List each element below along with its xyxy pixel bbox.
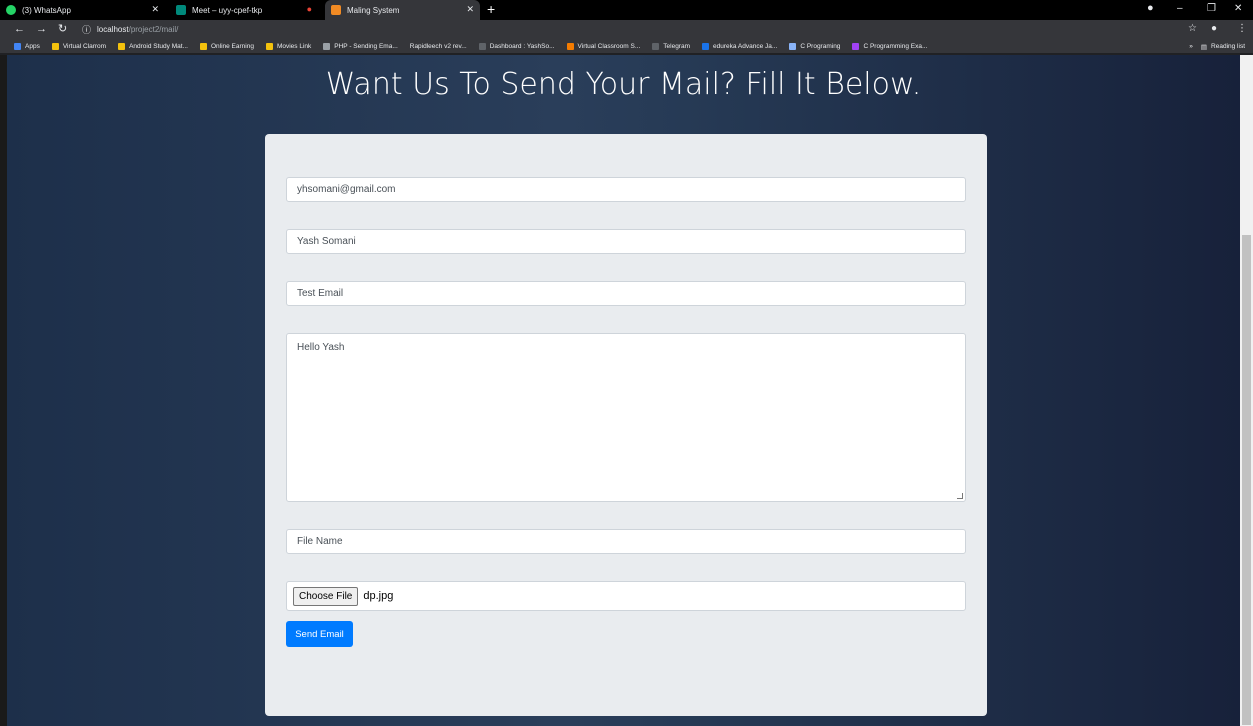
scrollbar-thumb[interactable] xyxy=(1242,235,1251,725)
whatsapp-icon xyxy=(6,5,16,15)
bookmark-label: Movies Link xyxy=(276,42,312,50)
bookmark-item[interactable]: Android Study Mat... xyxy=(118,42,188,50)
subject-field[interactable]: Test Email xyxy=(286,281,966,306)
bookmark-label: Dashboard : YashSo... xyxy=(489,42,555,50)
mail-form: yhsomani@gmail.com Yash Somani Test Emai… xyxy=(265,134,987,716)
bookmark-label: Android Study Mat... xyxy=(129,42,188,50)
star-icon[interactable]: ☆ xyxy=(1188,23,1197,35)
file-input[interactable]: Choose File dp.jpg xyxy=(286,581,966,611)
message-textarea[interactable]: Hello Yash xyxy=(286,333,966,502)
bookmark-label: PHP - Sending Ema... xyxy=(334,42,398,50)
avatar[interactable]: ● xyxy=(1211,23,1217,35)
bookmark-label: Online Earning xyxy=(210,42,254,50)
info-icon: ⓘ xyxy=(82,25,92,35)
folder-icon xyxy=(265,42,273,50)
bookmark-label: C Programing xyxy=(800,42,841,50)
url-host: localhost xyxy=(97,25,129,34)
bookmark-label: Telegram xyxy=(663,42,690,50)
telegram-icon xyxy=(652,42,660,50)
bookmark-label: Virtual Clarrom xyxy=(62,42,107,50)
back-icon[interactable]: ← xyxy=(14,23,25,35)
bookmark-item[interactable]: Dashboard : YashSo... xyxy=(478,42,555,50)
page-title: Want Us To Send Your Mail? Fill It Below… xyxy=(325,67,922,102)
email-field[interactable]: yhsomani@gmail.com xyxy=(286,177,966,202)
bookmark-item[interactable]: Telegram xyxy=(652,42,690,50)
url-path: /project2/mail/ xyxy=(128,25,179,34)
folder-icon xyxy=(51,42,59,50)
tab-mailing-system[interactable]: Maling System ✕ xyxy=(325,0,480,20)
bookmark-label: edureka Advance Ja... xyxy=(713,42,778,50)
menu-icon[interactable]: ⋮ xyxy=(1237,23,1247,35)
minimize-icon[interactable]: – xyxy=(1177,3,1183,14)
bookmark-item[interactable]: Rapidleech v2 rev... xyxy=(410,43,467,50)
bookmark-item[interactable]: Online Earning xyxy=(199,42,254,50)
reading-list-icon: ▤ xyxy=(1200,43,1208,51)
tab-label: Maling System xyxy=(347,5,400,15)
bookmarks-right: » ▤ Reading list xyxy=(1189,39,1245,54)
bookmark-item[interactable]: C Programming Exa... xyxy=(852,42,928,50)
profile-icon[interactable]: ● xyxy=(1147,2,1154,14)
close-icon[interactable]: ✕ xyxy=(466,4,474,15)
forward-icon[interactable]: → xyxy=(36,23,47,35)
page-viewport: Want Us To Send Your Mail? Fill It Below… xyxy=(7,55,1240,726)
bookmark-label: Apps xyxy=(25,42,40,50)
resize-handle-icon[interactable] xyxy=(957,493,963,499)
send-email-button[interactable]: Send Email xyxy=(286,621,353,647)
tab-label: (3) WhatsApp xyxy=(22,5,71,15)
close-window-icon[interactable]: ✕ xyxy=(1234,3,1242,14)
bookmark-item[interactable]: Virtual Classroom S... xyxy=(566,42,641,50)
bookmark-apps[interactable]: Apps xyxy=(14,42,40,50)
chosen-file-name: dp.jpg xyxy=(363,590,394,602)
folder-icon xyxy=(118,42,126,50)
filename-field[interactable]: File Name xyxy=(286,529,966,554)
apps-grid-icon xyxy=(14,42,21,50)
left-edge xyxy=(0,55,7,726)
reload-icon[interactable]: ↻ xyxy=(58,23,67,35)
bookmark-label: Virtual Classroom S... xyxy=(577,42,641,50)
bookmarks-bar: Apps Virtual Clarrom Android Study Mat..… xyxy=(0,39,1253,54)
site-icon xyxy=(789,42,797,50)
site-icon xyxy=(702,42,709,50)
bookmarks-overflow-icon[interactable]: » xyxy=(1189,43,1193,50)
meet-icon xyxy=(176,5,186,15)
reading-list-button[interactable]: Reading list xyxy=(1211,43,1245,50)
bookmark-item[interactable]: PHP - Sending Ema... xyxy=(323,42,398,50)
address-bar[interactable]: ⓘ localhost /project2/mail/ xyxy=(82,22,1172,37)
choose-file-button[interactable]: Choose File xyxy=(293,586,359,606)
bookmark-item[interactable]: Virtual Clarrom xyxy=(51,42,107,50)
site-icon xyxy=(852,42,860,50)
message-text: Hello Yash xyxy=(297,342,345,353)
bookmark-label: Rapidleech v2 rev... xyxy=(409,42,467,50)
bookmark-item[interactable]: edureka Advance Ja... xyxy=(702,42,778,50)
browser-tab-strip: (3) WhatsApp ✕ Meet – uyy-cpef-tkp ● Mal… xyxy=(0,0,1253,20)
tab-meet[interactable]: Meet – uyy-cpef-tkp ● xyxy=(170,0,320,20)
bookmark-label: C Programming Exa... xyxy=(863,42,928,50)
site-favicon xyxy=(331,5,341,15)
name-field[interactable]: Yash Somani xyxy=(286,229,966,254)
restore-icon[interactable]: ❐ xyxy=(1207,3,1216,14)
site-icon xyxy=(566,42,574,50)
bookmark-item[interactable]: Movies Link xyxy=(265,42,312,50)
tab-whatsapp[interactable]: (3) WhatsApp ✕ xyxy=(0,0,165,20)
vertical-scrollbar[interactable] xyxy=(1240,55,1253,726)
close-icon[interactable]: ✕ xyxy=(151,4,159,15)
site-icon xyxy=(478,42,486,50)
tab-label: Meet – uyy-cpef-tkp xyxy=(192,5,263,15)
recording-icon: ● xyxy=(306,4,312,14)
site-icon xyxy=(323,42,331,50)
bookmark-item[interactable]: C Programing xyxy=(789,42,841,50)
browser-toolbar: ← → ↻ ⓘ localhost /project2/mail/ ☆ ● ⋮ xyxy=(0,20,1253,39)
new-tab-icon[interactable]: + xyxy=(487,2,495,16)
folder-icon xyxy=(199,42,207,50)
